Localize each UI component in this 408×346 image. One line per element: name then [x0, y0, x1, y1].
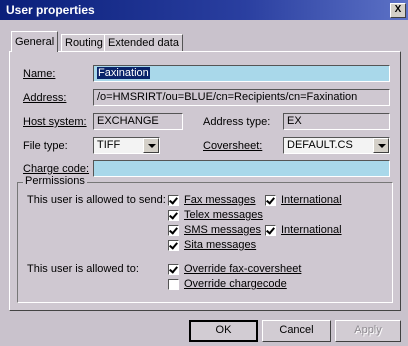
address-type-label: Address type: — [203, 116, 271, 128]
chevron-down-icon[interactable] — [143, 138, 159, 153]
telex-messages-label: Telex messages — [184, 209, 263, 221]
override-chargecode-label: Override chargecode — [184, 278, 287, 290]
host-system-label: Host system: — [23, 116, 87, 128]
tab-general[interactable]: General — [11, 31, 59, 52]
override-coversheet-label: Override fax-coversheet — [184, 263, 302, 275]
send-label: This user is allowed to send: — [27, 194, 166, 206]
chevron-down-icon[interactable] — [373, 138, 389, 153]
name-label: Name: — [23, 68, 56, 80]
ok-button[interactable]: OK — [189, 320, 258, 342]
permissions-title: Permissions — [23, 175, 87, 187]
file-type-select[interactable]: TIFF — [93, 137, 160, 154]
coversheet-label: Coversheet: — [203, 140, 263, 152]
host-system-field: EXCHANGE — [93, 113, 183, 130]
sms-international-label: International — [281, 224, 342, 236]
international-checkbox[interactable] — [265, 195, 276, 206]
name-value: Faxination — [97, 67, 150, 79]
tab-extended-data[interactable]: Extended data — [104, 34, 183, 51]
charge-code-field[interactable] — [93, 160, 390, 177]
file-type-value: TIFF — [97, 139, 121, 151]
ok-button-label: OK — [215, 324, 232, 336]
telex-messages-checkbox[interactable] — [168, 210, 179, 221]
cancel-button[interactable]: Cancel — [262, 320, 331, 342]
permissions-group: Permissions This user is allowed to send… — [17, 175, 393, 303]
address-value: /o=HMSRIRT/ou=BLUE/cn=Recipients/cn=Faxi… — [97, 91, 358, 103]
international-label: International — [281, 194, 342, 206]
address-type-field: EX — [283, 113, 390, 130]
host-system-value: EXCHANGE — [97, 115, 159, 127]
fax-messages-checkbox[interactable] — [168, 195, 179, 206]
tab-label: Extended data — [108, 37, 179, 49]
tab-routing[interactable]: Routing — [61, 34, 107, 51]
address-type-value: EX — [287, 115, 302, 127]
address-field: /o=HMSRIRT/ou=BLUE/cn=Recipients/cn=Faxi… — [93, 89, 390, 106]
close-icon: X — [394, 4, 402, 15]
coversheet-value: DEFAULT.CS — [287, 139, 353, 151]
tab-label: Routing — [65, 37, 103, 49]
charge-code-label: Charge code: — [23, 163, 90, 175]
override-chargecode-checkbox[interactable] — [168, 279, 179, 290]
sms-international-checkbox[interactable] — [265, 225, 276, 236]
fax-messages-label: Fax messages — [184, 194, 256, 206]
tab-label: General — [15, 36, 55, 48]
sms-messages-checkbox[interactable] — [168, 225, 179, 236]
close-button[interactable]: X — [390, 3, 406, 18]
sms-messages-label: SMS messages — [184, 224, 262, 236]
coversheet-select[interactable]: DEFAULT.CS — [283, 137, 390, 154]
address-label: Address: — [23, 92, 67, 104]
cancel-button-label: Cancel — [279, 324, 314, 336]
sita-messages-checkbox[interactable] — [168, 240, 179, 251]
name-field[interactable]: Faxination — [93, 65, 390, 82]
general-panel: Name: Faxination Address: /o=HMSRIRT/ou=… — [9, 51, 401, 311]
sita-messages-label: Sita messages — [184, 239, 257, 251]
window-title: User properties — [6, 3, 95, 17]
allowed-label: This user is allowed to: — [27, 263, 139, 275]
file-type-label: File type: — [23, 140, 68, 152]
apply-button-label: Apply — [354, 324, 382, 336]
apply-button[interactable]: Apply — [335, 320, 401, 342]
override-coversheet-checkbox[interactable] — [168, 264, 179, 275]
title-bar: User properties X — [0, 0, 408, 20]
